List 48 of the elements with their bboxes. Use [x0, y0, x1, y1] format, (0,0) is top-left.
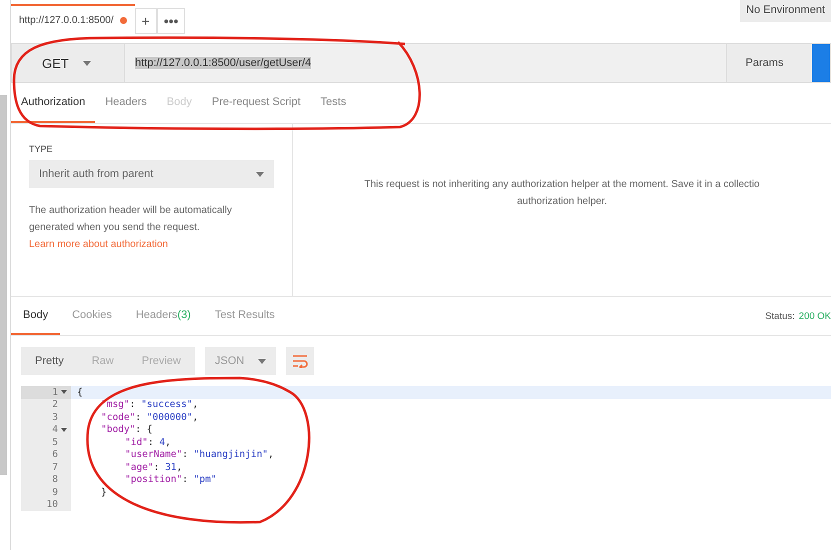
code-text: "position": "pm" — [125, 474, 217, 486]
code-text: "code": "000000", — [101, 412, 198, 423]
line-number: 1 — [52, 386, 58, 398]
line-number: 2 — [52, 399, 58, 410]
code-text: "msg": "success", — [101, 399, 198, 410]
wrap-button[interactable] — [286, 347, 314, 375]
fold-caret-icon[interactable] — [61, 390, 67, 394]
request-tab[interactable]: Headers — [95, 83, 157, 123]
code-text: "body": { — [101, 424, 152, 436]
tab-action-button[interactable]: + — [134, 8, 157, 34]
line-number: 10 — [46, 499, 58, 510]
auth-type-dropdown[interactable]: Inherit auth from parent — [29, 160, 274, 188]
caret-icon — [256, 172, 264, 176]
wrap-lines-icon — [292, 354, 308, 368]
line-number: 3 — [52, 412, 58, 423]
status-value: 200 OK — [798, 310, 831, 322]
line-number: 5 — [52, 436, 58, 448]
response-tab[interactable]: Cookies — [60, 297, 124, 335]
line-number: 7 — [52, 462, 58, 473]
response-tab[interactable]: Headers(3) — [124, 297, 203, 335]
learn-more-link[interactable]: Learn more about authorization — [29, 239, 168, 250]
status-label: Status: — [765, 310, 795, 322]
line-number: 6 — [52, 449, 58, 460]
method-dropdown[interactable]: GET — [12, 44, 124, 82]
code-text: } — [101, 486, 107, 498]
response-tab[interactable]: Body — [11, 297, 60, 335]
line-number: 4 — [52, 424, 58, 436]
response-tab[interactable]: Test Results — [202, 297, 287, 335]
code-text: "id": 4, — [125, 436, 171, 448]
request-tab[interactable]: Pre-request Script — [202, 83, 311, 123]
fold-caret-icon[interactable] — [61, 428, 67, 432]
code-text: { — [77, 386, 83, 398]
code-text: "userName": "huangjinjin", — [125, 449, 274, 460]
line-number: 8 — [52, 474, 58, 486]
caret-icon — [258, 358, 266, 364]
auth-description: The authorization header will be automatically generated when you send the request. Learn more about authorization — [29, 204, 233, 252]
type-label: TYPE — [29, 144, 54, 154]
tab-action-button[interactable]: ••• — [156, 8, 186, 34]
view-mode-button[interactable]: Pretty — [21, 347, 78, 375]
caret-icon — [82, 60, 91, 66]
auth-message: This request is not inheriting any authorization helper at the moment. Save it in a collectio authorization helper. — [363, 178, 761, 209]
request-tab[interactable]: Authorization — [11, 83, 96, 123]
line-number: 9 — [52, 486, 58, 498]
request-tab[interactable]: Tests — [310, 83, 356, 123]
environment-dropdown[interactable]: No Environment — [740, 0, 831, 22]
code-text: "age": 31, — [125, 462, 182, 473]
url-field[interactable]: http://127.0.0.1:8500/user/getUser/4 — [124, 44, 726, 82]
scrollbar[interactable] — [0, 95, 7, 475]
